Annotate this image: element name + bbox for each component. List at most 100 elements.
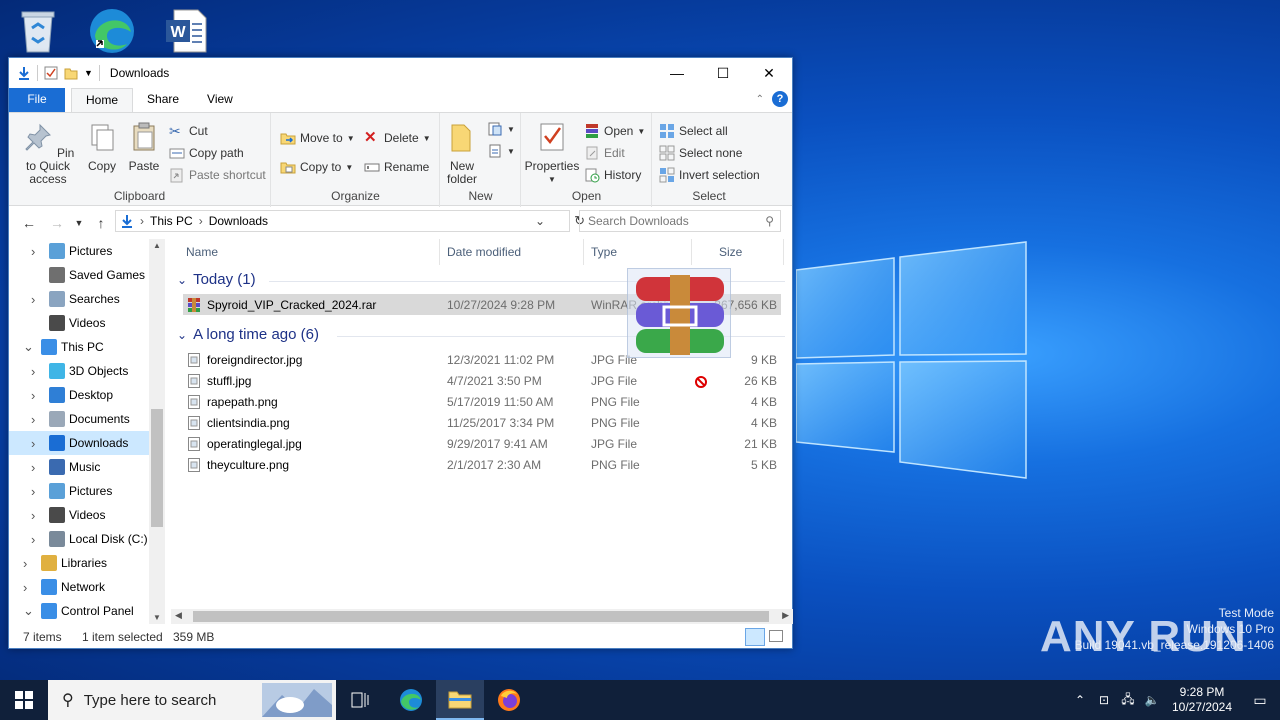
group-collapse-icon[interactable]: ⌄ [177,328,187,342]
nav-scrollbar[interactable]: ▲ ▼ [149,239,165,624]
volume-icon[interactable]: 🔈 [1140,693,1164,707]
expand-arrow-icon[interactable]: › [31,292,35,307]
nav-item[interactable]: › Network [9,575,149,599]
search-input[interactable]: Search Downloads ⚲ [579,210,781,232]
cut-button[interactable]: ✂ Cut [169,123,208,139]
column-size[interactable]: Size [719,239,742,265]
expand-arrow-icon[interactable]: › [31,484,35,499]
nav-item[interactable]: › Pictures [9,479,149,503]
taskbar-edge-button[interactable] [387,680,435,720]
file-row[interactable]: theyculture.png 2/1/2017 2:30 AM PNG File 5… [183,454,781,475]
nav-item[interactable]: › Searches [9,287,149,311]
minimize-button[interactable]: — [654,58,700,88]
start-button[interactable] [0,680,48,720]
rename-button[interactable]: Rename [364,159,429,175]
edit-button[interactable]: Edit [584,145,625,161]
expand-arrow-icon[interactable]: › [31,436,35,451]
expand-arrow-icon[interactable]: › [23,556,27,571]
expand-arrow-icon[interactable]: › [31,244,35,259]
file-group-header[interactable]: ⌄ Today (1) [177,271,256,288]
file-group-header[interactable]: ⌄ A long time ago (6) [177,326,319,343]
clock[interactable]: 9:28 PM 10/27/2024 [1164,685,1240,715]
paste-shortcut-button[interactable]: Paste shortcut [169,167,266,183]
collapse-arrow-icon[interactable]: ⌄ [23,603,34,619]
forward-button[interactable]: → [45,215,69,231]
pin-quick-access-button[interactable]: Pin to Quick access [15,121,81,186]
copy-path-button[interactable]: Copy path [169,145,244,161]
taskbar-explorer-button[interactable] [436,680,484,720]
new-item-button[interactable]: ▼ [487,121,515,137]
taskbar-search-box[interactable]: ⚲ Type here to search [48,680,336,720]
notifications-icon[interactable]: ▭ [1240,692,1280,709]
details-view-button[interactable] [745,628,765,646]
column-name[interactable]: Name [186,239,218,265]
word-document-icon[interactable]: W [158,4,214,58]
collapse-ribbon-icon[interactable]: ⌃ [756,94,764,105]
tray-overflow-icon[interactable]: ⌃ [1068,693,1092,707]
easy-access-button[interactable]: ▼ [487,143,515,159]
title-bar[interactable]: ▼ Downloads — ☐ ✕ [9,58,792,88]
collapse-arrow-icon[interactable]: ⌄ [23,339,34,355]
maximize-button[interactable]: ☐ [700,58,746,88]
file-row[interactable]: operatinglegal.jpg 9/29/2017 9:41 AM JPG F… [183,433,781,454]
history-button[interactable]: History [584,167,641,183]
expand-arrow-icon[interactable]: › [31,388,35,403]
copy-to-button[interactable]: Copy to ▼ [280,159,353,175]
new-folder-qa-icon[interactable] [64,66,78,80]
group-collapse-icon[interactable]: ⌄ [177,273,187,287]
nav-item[interactable]: › Downloads [9,431,149,455]
recycle-bin-icon[interactable] [10,4,66,58]
network-tray-icon[interactable]: 🖧 [1116,690,1140,711]
large-icons-view-button[interactable] [769,630,783,642]
nav-item[interactable]: › 3D Objects [9,359,149,383]
recent-locations-icon[interactable]: ▼ [67,218,91,228]
edge-shortcut-icon[interactable] [84,4,140,58]
expand-arrow-icon[interactable]: › [23,580,27,595]
select-all-button[interactable]: Select all [659,123,728,139]
move-to-button[interactable]: Move to ▼ [280,130,355,146]
new-folder-button[interactable]: New folder [443,121,481,186]
help-icon[interactable]: ? [772,91,788,107]
properties-button[interactable]: Properties ▼ [524,121,580,186]
tray-device-icon[interactable]: ⊡ [1092,693,1116,707]
expand-arrow-icon[interactable]: › [31,508,35,523]
nav-item[interactable]: › Music [9,455,149,479]
expand-arrow-icon[interactable]: › [31,460,35,475]
file-row[interactable]: clientsindia.png 11/25/2017 3:34 PM PNG Fi… [183,412,781,433]
task-view-button[interactable] [336,680,384,720]
column-type[interactable]: Type [591,239,617,265]
close-button[interactable]: ✕ [746,58,792,88]
paste-button[interactable]: Paste [125,121,163,173]
properties-qa-icon[interactable] [44,66,58,80]
nav-item[interactable]: › Libraries [9,551,149,575]
back-button[interactable]: ← [17,215,41,231]
tab-home[interactable]: Home [71,88,134,112]
horizontal-scrollbar[interactable]: ◀ ▶ [171,609,793,624]
delete-button[interactable]: ✕ Delete ▼ [364,130,431,146]
expand-arrow-icon[interactable]: › [31,412,35,427]
taskbar-firefox-button[interactable] [485,680,533,720]
nav-item[interactable]: › Pictures [9,239,149,263]
nav-item[interactable]: › Local Disk (C:) [9,527,149,551]
open-button[interactable]: Open ▼ [584,123,645,139]
expand-arrow-icon[interactable]: › [31,364,35,379]
qa-dropdown-icon[interactable]: ▼ [84,68,93,78]
tab-file[interactable]: File [9,88,65,112]
nav-item[interactable]: Videos [9,311,149,335]
address-dropdown-icon[interactable]: ⌄ [535,214,545,228]
nav-item[interactable]: Saved Games [9,263,149,287]
file-row[interactable]: stuffl.jpg 4/7/2021 3:50 PM JPG File 26 KB [183,370,781,391]
tab-view[interactable]: View [193,88,247,112]
select-none-button[interactable]: Select none [659,145,742,161]
breadcrumb-this-pc[interactable]: This PC [150,214,193,228]
expand-arrow-icon[interactable]: › [31,532,35,547]
invert-selection-button[interactable]: Invert selection [659,167,760,183]
column-date-modified[interactable]: Date modified [447,239,521,265]
copy-button[interactable]: Copy [83,121,121,173]
breadcrumb-downloads[interactable]: Downloads [209,214,268,228]
nav-item[interactable]: › Documents [9,407,149,431]
nav-item[interactable]: ⌄ This PC [9,335,149,359]
nav-item[interactable]: › Videos [9,503,149,527]
nav-item[interactable]: ⌄ Control Panel [9,599,149,623]
file-row[interactable]: rapepath.png 5/17/2019 11:50 AM PNG File 4 … [183,391,781,412]
